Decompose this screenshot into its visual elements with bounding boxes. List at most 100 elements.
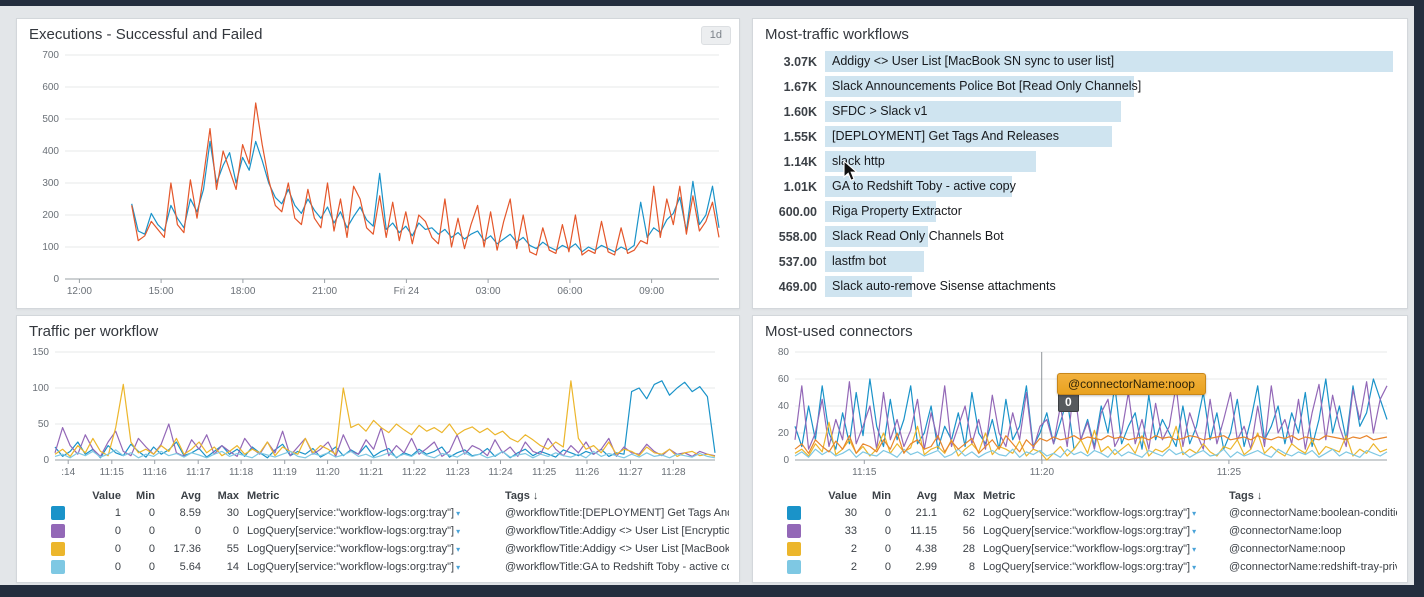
svg-text:100: 100 — [32, 383, 49, 394]
legend-metric[interactable]: LogQuery[service:"workflow-logs:org:tray… — [247, 507, 497, 519]
svg-text:0: 0 — [43, 455, 49, 466]
legend-metric[interactable]: LogQuery[service:"workflow-logs:org:tray… — [983, 507, 1221, 519]
legend-header-tags[interactable]: Tags ↓ — [1229, 490, 1397, 502]
legend-min: 0 — [865, 543, 891, 555]
svg-text:0: 0 — [53, 274, 59, 285]
legend-color-swatch[interactable] — [51, 506, 65, 520]
legend-header-max: Max — [209, 490, 239, 502]
legend-header-tags[interactable]: Tags ↓ — [505, 490, 729, 502]
legend-metric[interactable]: LogQuery[service:"workflow-logs:org:tray… — [983, 543, 1221, 555]
legend-color-swatch[interactable] — [51, 560, 65, 574]
svg-text:12:00: 12:00 — [67, 286, 92, 297]
metric-dropdown-caret-icon[interactable]: ▾ — [456, 509, 460, 518]
legend-value: 33 — [815, 525, 857, 537]
legend-color-swatch[interactable] — [787, 542, 801, 556]
legend-metric[interactable]: LogQuery[service:"workflow-logs:org:tray… — [247, 561, 497, 573]
svg-text:11:21: 11:21 — [359, 467, 384, 478]
legend-tag[interactable]: @connectorName:boolean-condition — [1229, 507, 1397, 519]
legend-avg: 0 — [163, 525, 201, 537]
svg-text:11:25: 11:25 — [1217, 467, 1242, 478]
legend-header-max: Max — [945, 490, 975, 502]
svg-text::14: :14 — [61, 467, 75, 478]
legend-tag[interactable]: @connectorName:noop — [1229, 543, 1397, 555]
legend-tag[interactable]: @workflowTitle:Addigy <> User List [MacB… — [505, 543, 729, 555]
metric-dropdown-caret-icon[interactable]: ▾ — [456, 527, 460, 536]
panel-most-traffic-workflows: Most-traffic workflows 3.07KAddigy <> Us… — [752, 18, 1408, 309]
svg-text:11:19: 11:19 — [273, 467, 298, 478]
legend-header-avg: Avg — [163, 490, 201, 502]
legend-value: 2 — [815, 561, 857, 573]
legend-tag[interactable]: @workflowTitle:GA to Redshift Toby - act… — [505, 561, 729, 573]
toplist-row[interactable]: 1.60K SFDC > Slack v1 — [767, 99, 1393, 124]
legend-metric[interactable]: LogQuery[service:"workflow-logs:org:tray… — [983, 525, 1221, 537]
legend-color-swatch[interactable] — [787, 524, 801, 538]
toplist-label: GA to Redshift Toby - active copy — [832, 176, 1016, 197]
svg-text:600: 600 — [42, 82, 59, 93]
legend-avg: 21.1 — [899, 507, 937, 519]
legend-color-swatch[interactable] — [787, 560, 801, 574]
toplist-row[interactable]: 600.00Riga Property Extractor — [767, 199, 1393, 224]
legend-color-swatch[interactable] — [51, 524, 65, 538]
toplist-row[interactable]: 1.01KGA to Redshift Toby - active copy — [767, 174, 1393, 199]
executions-chart[interactable]: 010020030040050060070012:0015:0018:0021:… — [23, 47, 733, 305]
legend-max: 62 — [945, 507, 975, 519]
legend-tag[interactable]: @connectorName:loop — [1229, 525, 1397, 537]
toplist-value: 1.60K — [767, 105, 817, 119]
svg-text:0: 0 — [783, 455, 789, 466]
legend-avg: 8.59 — [163, 507, 201, 519]
legend-tag[interactable]: @workflowTitle:[DEPLOYMENT] Get Tags And… — [505, 507, 729, 519]
toplist-value: 1.14K — [767, 155, 817, 169]
panel-title-traffic-per-workflow: Traffic per workflow — [17, 316, 739, 342]
legend-metric[interactable]: LogQuery[service:"workflow-logs:org:tray… — [247, 525, 497, 537]
toplist-row[interactable]: 469.00Slack auto-remove Sisense attachme… — [767, 274, 1393, 299]
svg-text:11:26: 11:26 — [575, 467, 600, 478]
legend-color-swatch[interactable] — [787, 506, 801, 520]
panel-title-most-traffic: Most-traffic workflows — [753, 19, 1407, 45]
svg-text:11:23: 11:23 — [445, 467, 470, 478]
toplist-row[interactable]: 537.00lastfm bot — [767, 249, 1393, 274]
svg-text:200: 200 — [42, 210, 59, 221]
metric-dropdown-caret-icon[interactable]: ▾ — [456, 545, 460, 554]
metric-dropdown-caret-icon[interactable]: ▾ — [1192, 527, 1196, 536]
legend-color-swatch[interactable] — [51, 542, 65, 556]
toplist-row[interactable]: 1.55K[DEPLOYMENT] Get Tags And Releases — [767, 124, 1393, 149]
legend-value: 2 — [815, 543, 857, 555]
toplist-row[interactable]: 3.07KAddigy <> User List [MacBook SN syn… — [767, 49, 1393, 74]
svg-text:11:15: 11:15 — [852, 467, 877, 478]
svg-text:18:00: 18:00 — [230, 286, 255, 297]
legend-max: 0 — [209, 525, 239, 537]
svg-text:11:18: 11:18 — [229, 467, 254, 478]
svg-text:11:16: 11:16 — [143, 467, 168, 478]
legend-header-value: Value — [815, 490, 857, 502]
toplist-row[interactable]: 1.67KSlack Announcements Police Bot [Rea… — [767, 74, 1393, 99]
toplist-label: SFDC > Slack v1 — [832, 101, 928, 122]
toplist-value: 1.55K — [767, 130, 817, 144]
metric-dropdown-caret-icon[interactable]: ▾ — [1192, 509, 1196, 518]
metric-dropdown-caret-icon[interactable]: ▾ — [1192, 563, 1196, 572]
toplist-row[interactable]: 558.00Slack Read Only Channels Bot — [767, 224, 1393, 249]
legend-metric[interactable]: LogQuery[service:"workflow-logs:org:tray… — [983, 561, 1221, 573]
legend-metric[interactable]: LogQuery[service:"workflow-logs:org:tray… — [247, 543, 497, 555]
svg-text:20: 20 — [778, 428, 790, 439]
toplist-row[interactable]: 1.14Kslack http — [767, 149, 1393, 174]
toplist-label: lastfm bot — [832, 251, 886, 272]
legend-max: 30 — [209, 507, 239, 519]
traffic-per-workflow-chart[interactable]: 050100150:1411:1511:1611:1711:1811:1911:… — [23, 344, 731, 484]
metric-dropdown-caret-icon[interactable]: ▾ — [1192, 545, 1196, 554]
svg-text:11:15: 11:15 — [100, 467, 125, 478]
svg-text:11:28: 11:28 — [661, 467, 686, 478]
svg-text:11:20: 11:20 — [1030, 467, 1055, 478]
legend-avg: 11.15 — [899, 525, 937, 537]
svg-text:03:00: 03:00 — [476, 286, 501, 297]
legend-header-metric: Metric — [247, 490, 497, 502]
connectors-chart[interactable]: 02040608011:1511:2011:25 — [761, 344, 1397, 484]
legend-header-min: Min — [865, 490, 891, 502]
legend-min: 0 — [129, 543, 155, 555]
legend-tag[interactable]: @workflowTitle:Addigy <> User List [Encr… — [505, 525, 729, 537]
most-traffic-list: 3.07KAddigy <> User List [MacBook SN syn… — [753, 45, 1407, 299]
legend-avg: 4.38 — [899, 543, 937, 555]
metric-dropdown-caret-icon[interactable]: ▾ — [456, 563, 460, 572]
legend-tag[interactable]: @connectorName:redshift-tray-private — [1229, 561, 1397, 573]
legend-min: 0 — [865, 525, 891, 537]
toplist-value: 469.00 — [767, 280, 817, 294]
